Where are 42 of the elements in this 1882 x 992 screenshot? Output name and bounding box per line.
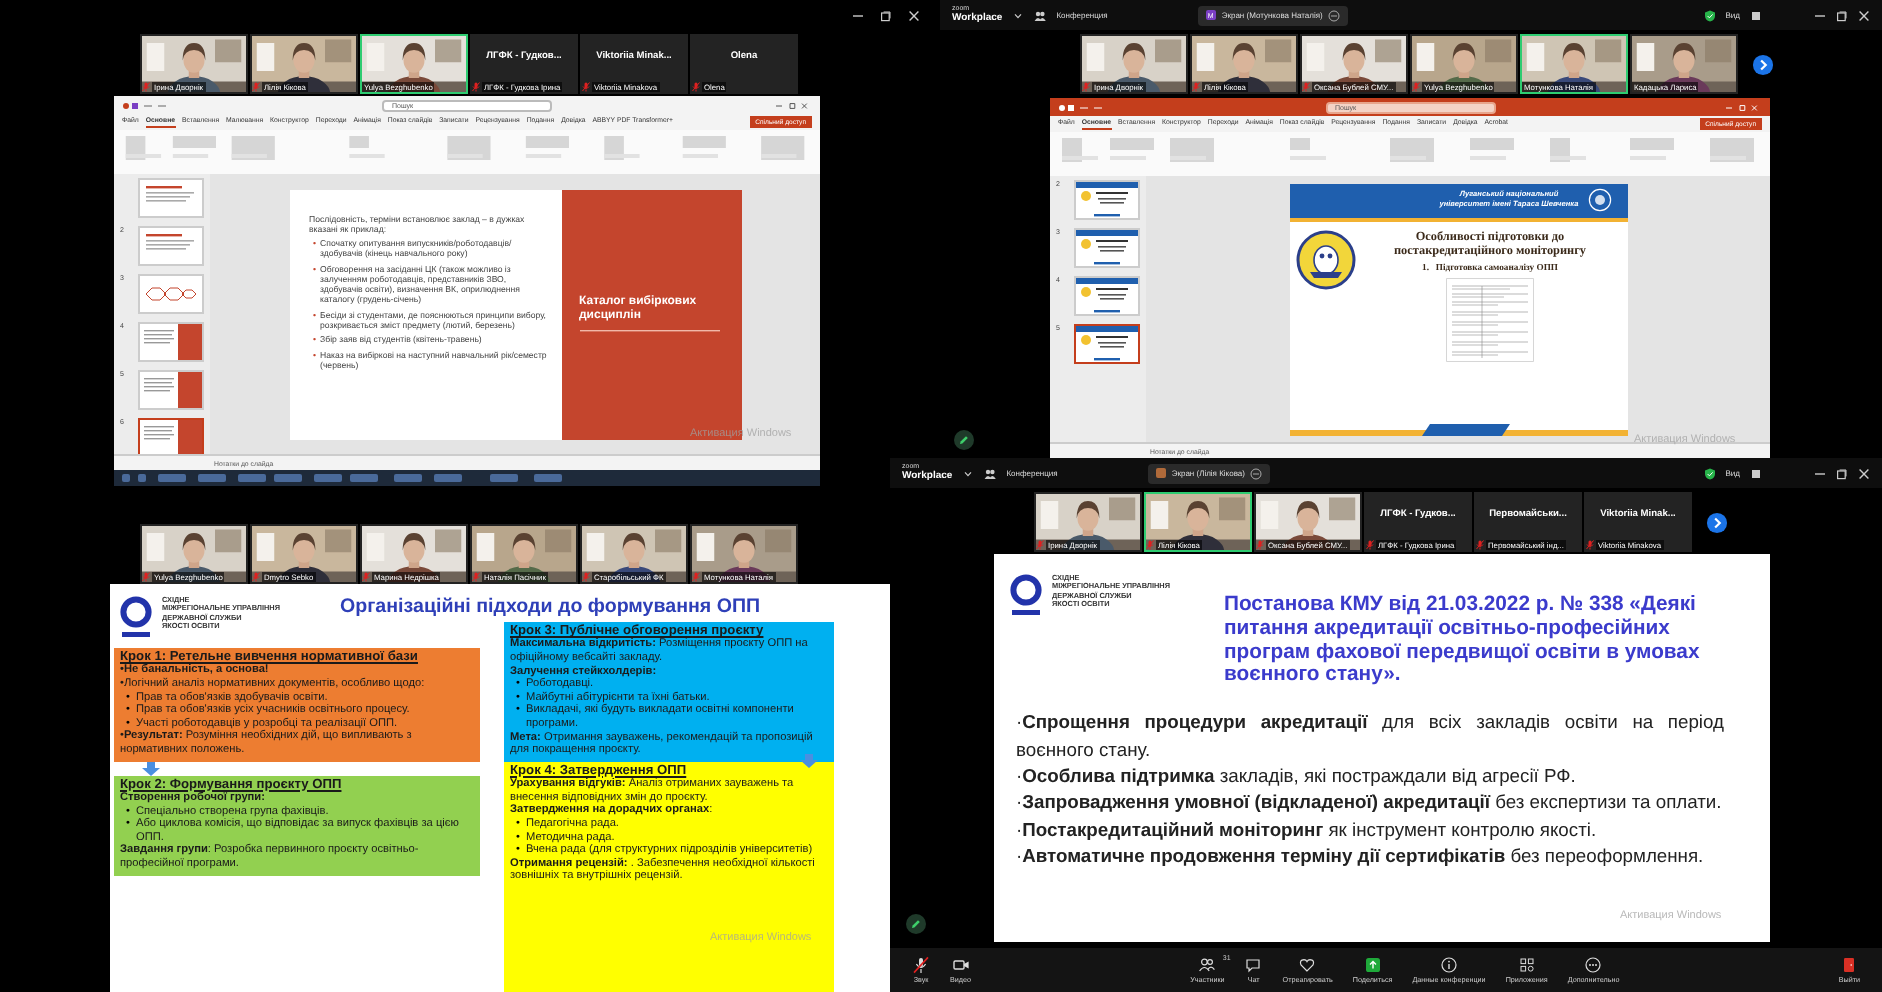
underline-rule-icon bbox=[579, 329, 719, 333]
maximize-icon[interactable] bbox=[1836, 467, 1848, 479]
arrow-down-icon bbox=[800, 753, 818, 768]
org-logo-icon bbox=[118, 596, 154, 640]
close-icon[interactable] bbox=[908, 9, 920, 21]
stop-icon[interactable] bbox=[1328, 9, 1341, 21]
emblem-icon bbox=[1587, 188, 1611, 212]
next-page-icon[interactable] bbox=[1752, 53, 1774, 75]
shield-icon[interactable] bbox=[1703, 467, 1716, 479]
close-icon[interactable] bbox=[1858, 467, 1870, 479]
document-image-icon bbox=[1446, 277, 1534, 361]
people-icon bbox=[1034, 9, 1047, 21]
minimize-icon[interactable] bbox=[852, 9, 864, 21]
grid-icon[interactable] bbox=[1750, 467, 1762, 479]
shield-icon[interactable] bbox=[1703, 9, 1716, 21]
slide-point: ·Запровадження умовної (відкладеної) акредитації без експертизи та оплати. bbox=[1016, 788, 1724, 816]
close-icon[interactable] bbox=[1858, 9, 1870, 21]
slide-point: ·Постакредитаційний моніторинг як інструмент контролю якості. bbox=[1016, 815, 1599, 843]
pencil-icon[interactable] bbox=[954, 430, 974, 450]
pencil-icon[interactable] bbox=[906, 914, 926, 934]
slide-thumbnail[interactable] bbox=[1074, 324, 1140, 364]
owl-logo-icon bbox=[1295, 229, 1355, 289]
people-icon bbox=[984, 467, 997, 479]
caret-icon[interactable] bbox=[962, 467, 975, 479]
arrow-down-icon bbox=[142, 761, 160, 776]
minimize-icon[interactable] bbox=[1814, 467, 1826, 479]
stop-icon[interactable] bbox=[1250, 467, 1263, 479]
maximize-icon[interactable] bbox=[1836, 9, 1848, 21]
org-logo-icon bbox=[1008, 574, 1044, 618]
slide-point: ·Спрощення процедури акредитації для всіх закладів освіти на період воєнного стану. bbox=[1016, 708, 1724, 762]
slide-title: Організаційні підходи до формування ОПП bbox=[340, 594, 763, 618]
caret-icon[interactable] bbox=[1012, 9, 1025, 21]
maximize-icon[interactable] bbox=[880, 9, 892, 21]
avatar-icon bbox=[1155, 468, 1166, 478]
next-page-icon[interactable] bbox=[1706, 511, 1728, 533]
grid-icon[interactable] bbox=[1750, 9, 1762, 21]
slide-point: ·Особлива підтримка закладів, які постраждали від агресії РФ. bbox=[1016, 762, 1578, 789]
slide-point: ·Автоматичне продовження терміну дії сертифікатів без переоформлення. bbox=[1016, 842, 1706, 870]
slide-title: Постанова КМУ від 21.03.2022 р. № 338 «Деякі питання акредитації освітньо-професійних програм фахової передвищої освіти в умовах воєнного стану». bbox=[1224, 594, 1702, 689]
footer-band-icon bbox=[1289, 423, 1627, 435]
minimize-icon[interactable] bbox=[1814, 9, 1826, 21]
slide-thumbnail[interactable] bbox=[138, 418, 204, 454]
